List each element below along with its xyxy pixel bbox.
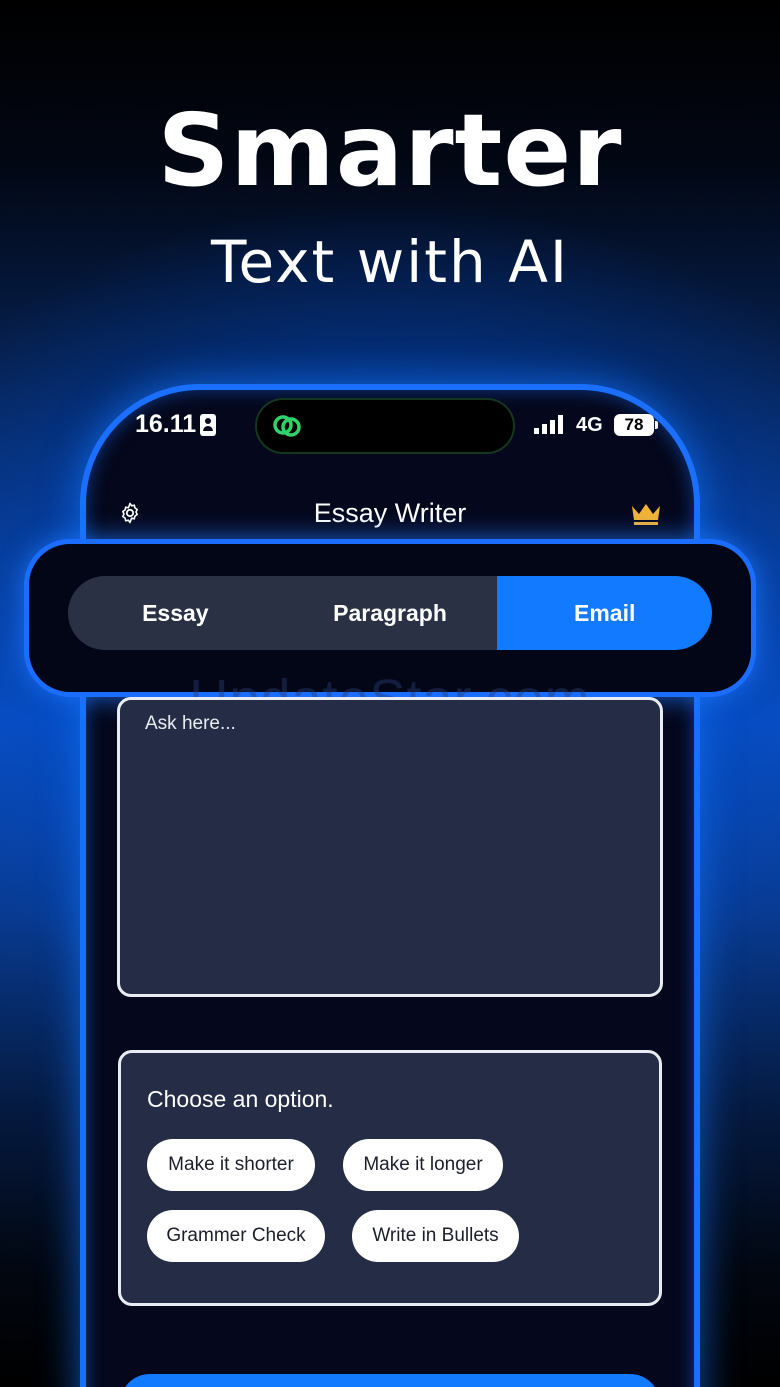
hero-title: Smarter [157,92,623,209]
contact-card-icon [200,414,216,436]
generate-button[interactable] [120,1374,660,1387]
dynamic-island [255,398,515,454]
option-grammar-check-button[interactable]: Grammer Check [147,1210,325,1262]
tab-essay[interactable]: Essay [68,576,283,650]
option-make-longer-button[interactable]: Make it longer [343,1139,503,1191]
options-title: Choose an option. [147,1086,334,1112]
option-make-shorter-button[interactable]: Make it shorter [147,1139,315,1191]
mode-tabs: Essay Paragraph Email [68,576,712,650]
signal-icon [534,415,563,434]
option-write-bullets-button[interactable]: Write in Bullets [352,1210,519,1262]
battery-level: 78 [614,414,658,436]
network-type: 4G [576,414,603,436]
crown-icon[interactable] [630,502,662,526]
status-time: 16.11 [135,410,197,438]
prompt-placeholder: Ask here... [145,713,236,734]
prompt-input[interactable] [117,697,663,997]
hero-subtitle: Text with AI [210,228,569,296]
tab-email[interactable]: Email [497,576,712,650]
tab-paragraph[interactable]: Paragraph [283,576,498,650]
app-title: Essay Writer [313,498,467,528]
linked-rings-icon [273,415,301,437]
